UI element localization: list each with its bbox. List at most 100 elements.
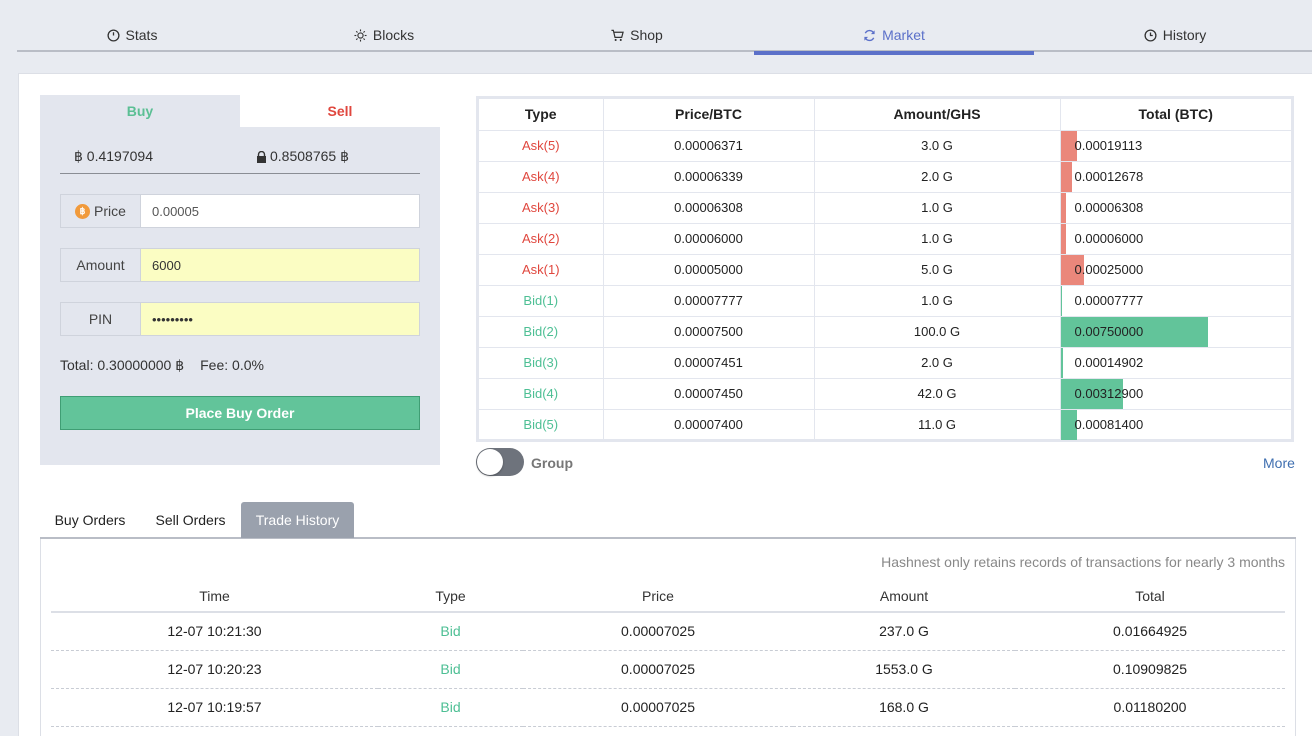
order-book-row[interactable]: Ask(1) 0.00005000 5.0 G 0.00025000 bbox=[479, 254, 1291, 286]
order-book-row[interactable]: Ask(4) 0.00006339 2.0 G 0.00012678 bbox=[479, 161, 1291, 193]
order-book: Type Price/BTC Amount/GHS Total (BTC) As… bbox=[476, 96, 1294, 442]
order-total: 0.00019113 bbox=[1060, 130, 1291, 162]
order-type: Bid(5) bbox=[479, 409, 604, 440]
order-total: 0.00007777 bbox=[1060, 285, 1291, 317]
order-amount: 2.0 G bbox=[814, 161, 1061, 193]
col-total: Total bbox=[1015, 581, 1285, 613]
trade-price: 0.00007025 bbox=[523, 650, 793, 689]
order-book-row[interactable]: Bid(3) 0.00007451 2.0 G 0.00014902 bbox=[479, 347, 1291, 379]
order-price: 0.00007400 bbox=[603, 409, 815, 440]
depth-bar bbox=[1060, 192, 1067, 223]
order-type: Ask(3) bbox=[479, 192, 604, 224]
trade-row: 12-07 10:19:57 Bid 0.00007025 168.0 G 0.0118… bbox=[51, 688, 1285, 727]
dashboard-icon bbox=[107, 28, 120, 42]
col-time: Time bbox=[51, 581, 378, 613]
tab-shop-label: Shop bbox=[630, 27, 663, 43]
order-book-row[interactable]: Bid(1) 0.00007777 1.0 G 0.00007777 bbox=[479, 285, 1291, 317]
order-total: 0.00006308 bbox=[1060, 192, 1291, 224]
buy-sell-tabs: Buy Sell bbox=[40, 95, 440, 127]
trade-type: Bid bbox=[378, 688, 523, 727]
tab-blocks-label: Blocks bbox=[372, 27, 415, 43]
pin-label: PIN bbox=[60, 302, 140, 336]
order-price: 0.00006339 bbox=[603, 161, 815, 193]
btc-balance: ฿ 0.4197094 bbox=[74, 148, 153, 164]
order-amount: 2.0 G bbox=[814, 347, 1061, 379]
order-price: 0.00007777 bbox=[603, 285, 815, 317]
order-type: Bid(1) bbox=[479, 285, 604, 317]
place-buy-order-button[interactable]: Place Buy Order bbox=[60, 396, 420, 430]
order-type: Bid(3) bbox=[479, 347, 604, 379]
order-total: 0.00312900 bbox=[1060, 378, 1291, 410]
trade-time: 12-07 10:21:30 bbox=[51, 612, 378, 651]
locked-balance-value: 0.8508765 ฿ bbox=[270, 148, 349, 164]
toggle-knob bbox=[477, 449, 503, 475]
order-total-value: 0.00081400 bbox=[1074, 417, 1144, 433]
group-toggle[interactable] bbox=[476, 448, 524, 476]
tab-market-label: Market bbox=[882, 27, 925, 43]
order-total: 0.00025000 bbox=[1060, 254, 1291, 286]
price-field: ฿ Price bbox=[60, 194, 420, 228]
order-total: 0.00014902 bbox=[1060, 347, 1291, 379]
order-type: Ask(2) bbox=[479, 223, 604, 255]
order-price: 0.00006000 bbox=[603, 223, 815, 255]
price-label: ฿ Price bbox=[60, 194, 140, 228]
order-total: 0.00081400 bbox=[1060, 409, 1291, 440]
order-summary: Total: 0.30000000 ฿ Fee: 0.0% bbox=[60, 357, 264, 374]
order-total: Total: 0.30000000 ฿ bbox=[60, 357, 185, 373]
depth-bar bbox=[1060, 285, 1063, 316]
trade-total: 0.01180200 bbox=[1015, 688, 1285, 727]
order-amount: 11.0 G bbox=[814, 409, 1061, 440]
amount-label: Amount bbox=[60, 248, 140, 282]
col-amount: Amount bbox=[793, 581, 1015, 613]
col-type: Type bbox=[479, 99, 604, 131]
order-price: 0.00006371 bbox=[603, 130, 815, 162]
trade-row: 12-07 10:20:23 Bid 0.00007025 1553.0 G 0.109… bbox=[51, 650, 1285, 689]
sun-icon bbox=[354, 28, 367, 42]
amount-input[interactable] bbox=[140, 248, 420, 282]
col-price: Price bbox=[523, 581, 793, 613]
clock-icon bbox=[1144, 28, 1157, 42]
tab-sell-orders[interactable]: Sell Orders bbox=[140, 502, 241, 538]
order-fee: Fee: 0.0% bbox=[200, 357, 264, 373]
tab-stats[interactable]: Stats bbox=[62, 18, 202, 52]
tab-history[interactable]: History bbox=[1105, 18, 1245, 52]
col-price: Price/BTC bbox=[603, 99, 815, 131]
col-total: Total (BTC) bbox=[1060, 99, 1291, 131]
price-label-text: Price bbox=[94, 203, 126, 219]
price-input[interactable] bbox=[140, 194, 420, 228]
pin-input[interactable] bbox=[140, 302, 420, 336]
order-book-row[interactable]: Bid(2) 0.00007500 100.0 G 0.00750000 bbox=[479, 316, 1291, 348]
tab-trade-history[interactable]: Trade History bbox=[241, 502, 354, 538]
trade-time: 12-07 10:20:23 bbox=[51, 650, 378, 689]
tab-buy-orders[interactable]: Buy Orders bbox=[40, 502, 140, 538]
tab-sell[interactable]: Sell bbox=[240, 95, 440, 127]
order-book-row[interactable]: Bid(5) 0.00007400 11.0 G 0.00081400 bbox=[479, 409, 1291, 440]
trade-type: Bid bbox=[378, 612, 523, 651]
order-book-row[interactable]: Bid(4) 0.00007450 42.0 G 0.00312900 bbox=[479, 378, 1291, 410]
trade-history-table: Time Type Price Amount Total 12-07 10:21… bbox=[51, 581, 1285, 727]
refresh-icon bbox=[864, 29, 875, 41]
tab-blocks[interactable]: Blocks bbox=[314, 18, 454, 52]
order-book-row[interactable]: Ask(5) 0.00006371 3.0 G 0.00019113 bbox=[479, 130, 1291, 162]
order-type: Bid(2) bbox=[479, 316, 604, 348]
more-link[interactable]: More bbox=[1263, 455, 1295, 471]
trade-total: 0.10909825 bbox=[1015, 650, 1285, 689]
order-price: 0.00005000 bbox=[603, 254, 815, 286]
trade-type: Bid bbox=[378, 650, 523, 689]
tab-market[interactable]: Market bbox=[754, 18, 1034, 55]
tab-shop[interactable]: Shop bbox=[567, 18, 707, 52]
col-amount: Amount/GHS bbox=[814, 99, 1061, 131]
order-book-row[interactable]: Ask(3) 0.00006308 1.0 G 0.00006308 bbox=[479, 192, 1291, 224]
trade-history-panel: Hashnest only retains records of transac… bbox=[40, 539, 1296, 736]
order-form: Buy Sell ฿ 0.4197094 0.8508765 ฿ ฿ Price… bbox=[40, 95, 440, 465]
order-book-row[interactable]: Ask(2) 0.00006000 1.0 G 0.00006000 bbox=[479, 223, 1291, 255]
order-total: 0.00012678 bbox=[1060, 161, 1291, 193]
tab-history-label: History bbox=[1162, 27, 1207, 43]
order-total-value: 0.00014902 bbox=[1074, 355, 1144, 370]
order-amount: 1.0 G bbox=[814, 223, 1061, 255]
retention-note: Hashnest only retains records of transac… bbox=[881, 554, 1285, 570]
tab-buy[interactable]: Buy bbox=[40, 95, 240, 127]
history-tabs: Buy Orders Sell Orders Trade History bbox=[40, 502, 1296, 539]
locked-balance: 0.8508765 ฿ bbox=[256, 148, 349, 165]
order-total: 0.00006000 bbox=[1060, 223, 1291, 255]
